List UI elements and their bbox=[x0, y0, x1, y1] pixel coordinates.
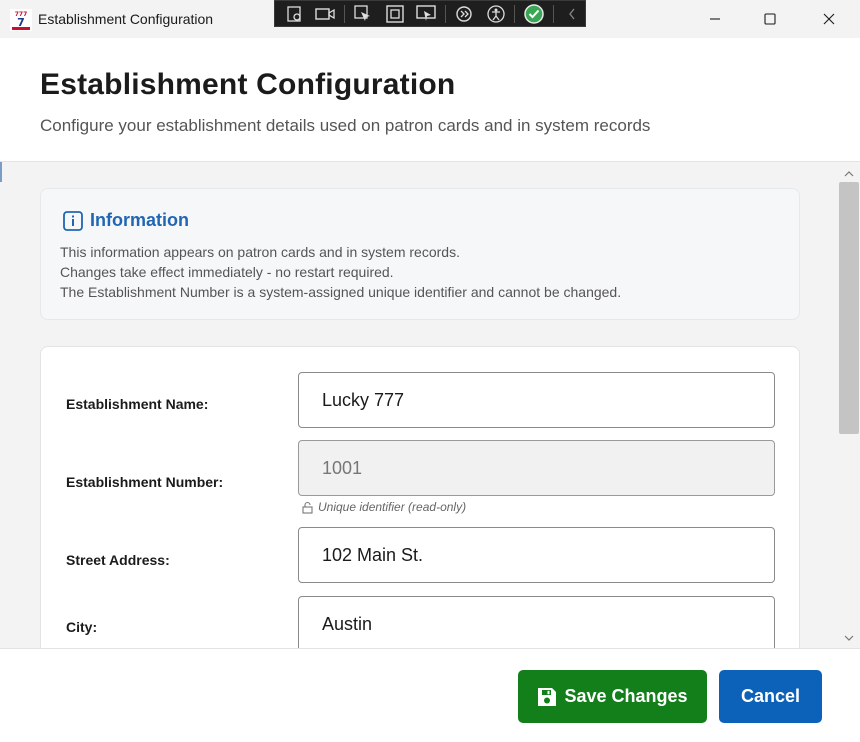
action-footer: Save Changes Cancel bbox=[0, 648, 860, 742]
scroll-up-icon[interactable] bbox=[843, 168, 855, 180]
save-changes-button[interactable]: Save Changes bbox=[518, 670, 707, 723]
info-line: Changes take effect immediately - no res… bbox=[60, 264, 394, 280]
page-title: Establishment Configuration bbox=[40, 68, 456, 101]
minimize-button[interactable] bbox=[686, 0, 744, 38]
save-disk-icon bbox=[538, 687, 557, 706]
display-layout-icon[interactable] bbox=[382, 3, 407, 25]
street-address-value: 102 Main St. bbox=[322, 544, 424, 565]
scrollbar-thumb[interactable] bbox=[839, 182, 859, 434]
accessibility-icon[interactable] bbox=[483, 3, 508, 25]
read-only-hint: Unique identifier (read-only) bbox=[301, 500, 466, 514]
toolbar-separator bbox=[514, 4, 516, 23]
close-button[interactable] bbox=[800, 0, 858, 38]
select-element-icon[interactable] bbox=[351, 3, 376, 25]
app-logo-icon: 777 7 bbox=[10, 9, 32, 31]
toolbar-separator bbox=[343, 4, 345, 23]
street-address-input[interactable]: 102 Main St. bbox=[298, 527, 775, 583]
minimize-icon bbox=[710, 18, 720, 20]
info-line: The Establishment Number is a system-ass… bbox=[60, 284, 622, 300]
establishment-name-label: Establishment Name: bbox=[66, 396, 209, 412]
left-edge-accent bbox=[0, 162, 2, 182]
establishment-name-input[interactable]: Lucky 777 bbox=[298, 372, 775, 428]
toolbar-separator bbox=[444, 4, 446, 23]
page-header: Establishment Configuration Configure yo… bbox=[0, 38, 860, 162]
maximize-icon bbox=[764, 13, 776, 25]
hot-reload-icon[interactable] bbox=[452, 3, 477, 25]
track-focus-icon[interactable] bbox=[413, 3, 438, 25]
close-icon bbox=[823, 13, 835, 25]
read-only-hint-text: Unique identifier (read-only) bbox=[318, 500, 467, 514]
cancel-label: Cancel bbox=[740, 686, 801, 706]
establishment-number-value: 1001 bbox=[322, 457, 363, 478]
save-changes-label: Save Changes bbox=[564, 686, 688, 706]
window-title: Establishment Configuration bbox=[38, 11, 214, 27]
info-line: This information appears on patron cards… bbox=[60, 244, 460, 260]
establishment-number-input: 1001 bbox=[298, 440, 775, 496]
info-icon bbox=[63, 211, 83, 231]
establishment-name-value: Lucky 777 bbox=[322, 389, 405, 410]
video-camera-icon[interactable] bbox=[312, 3, 337, 25]
scroll-down-icon[interactable] bbox=[843, 632, 855, 644]
check-status-icon[interactable] bbox=[521, 3, 546, 25]
maximize-button[interactable] bbox=[741, 0, 799, 38]
street-address-label: Street Address: bbox=[66, 552, 170, 568]
cancel-button[interactable]: Cancel bbox=[719, 670, 822, 723]
toolbar-separator bbox=[552, 4, 554, 23]
live-tree-icon[interactable] bbox=[281, 3, 306, 25]
info-panel: Information This information appears on … bbox=[40, 188, 800, 320]
title-bar: 777 7 Establishment Configuration bbox=[0, 0, 860, 38]
debug-toolbar bbox=[274, 0, 586, 27]
vertical-scrollbar[interactable] bbox=[838, 162, 860, 648]
lock-icon bbox=[302, 501, 313, 514]
collapse-chevron-icon[interactable] bbox=[560, 3, 585, 25]
establishment-number-label: Establishment Number: bbox=[66, 474, 224, 490]
city-label: City: bbox=[66, 619, 98, 635]
form-card: Establishment Name: Lucky 777 Establishm… bbox=[40, 346, 800, 648]
info-title: Information bbox=[90, 210, 189, 230]
page-subtitle: Configure your establishment details use… bbox=[40, 116, 651, 135]
city-value: Austin bbox=[322, 613, 373, 634]
content-scroll-area[interactable]: Information This information appears on … bbox=[0, 162, 860, 648]
city-input[interactable]: Austin bbox=[298, 596, 775, 648]
